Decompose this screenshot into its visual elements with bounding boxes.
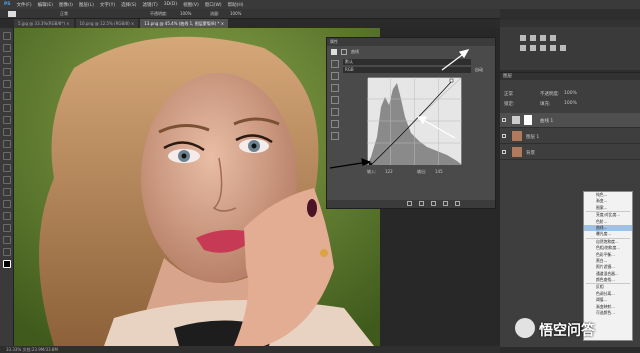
color-balance-icon[interactable] xyxy=(540,45,546,51)
exposure-icon[interactable] xyxy=(550,35,556,41)
layer-mask-thumbnail[interactable] xyxy=(524,115,532,125)
watermark-logo-icon xyxy=(515,318,535,338)
hue-saturation-icon[interactable] xyxy=(530,45,536,51)
levels-icon[interactable] xyxy=(530,35,536,41)
visibility-eye-icon[interactable] xyxy=(502,134,506,138)
layer-thumbnail xyxy=(512,147,522,157)
layer-name: 图层 1 xyxy=(526,135,540,140)
curves-adjustment-icon xyxy=(512,116,520,124)
layer-thumbnail xyxy=(512,131,522,141)
panel-tab-bar xyxy=(500,20,640,27)
layers-title: 图层 xyxy=(500,73,640,80)
watermark-text: 悟空问答 xyxy=(539,323,595,339)
layer-opacity-value[interactable]: 100% xyxy=(564,91,577,96)
layer-row-layer1[interactable]: 图层 1 xyxy=(500,129,640,144)
adjustment-icons-row-1 xyxy=(520,35,610,41)
lock-label: 锁定: xyxy=(504,102,515,107)
curves-icon[interactable] xyxy=(540,35,546,41)
adjustment-icons-row-2 xyxy=(520,45,610,51)
adjustments-panel xyxy=(500,20,640,70)
fill-label: 填充: xyxy=(540,102,551,107)
layer-row-background[interactable]: 背景 xyxy=(500,145,640,160)
layer-name: 背景 xyxy=(526,151,535,156)
layer-row-curves[interactable]: 曲线 1 xyxy=(500,113,640,128)
fill-value[interactable]: 100% xyxy=(564,101,577,106)
visibility-eye-icon[interactable] xyxy=(502,150,506,154)
vibrance-icon[interactable] xyxy=(520,45,526,51)
black-white-icon[interactable] xyxy=(550,45,556,51)
blend-mode-select[interactable]: 正常 xyxy=(504,91,513,97)
watermark: 悟空问答 xyxy=(515,314,635,342)
brightness-icon[interactable] xyxy=(520,35,526,41)
layer-opacity-label: 不透明度: xyxy=(540,92,560,97)
photo-filter-icon[interactable] xyxy=(560,45,566,51)
layer-name: 曲线 1 xyxy=(540,119,554,124)
visibility-eye-icon[interactable] xyxy=(502,118,506,122)
